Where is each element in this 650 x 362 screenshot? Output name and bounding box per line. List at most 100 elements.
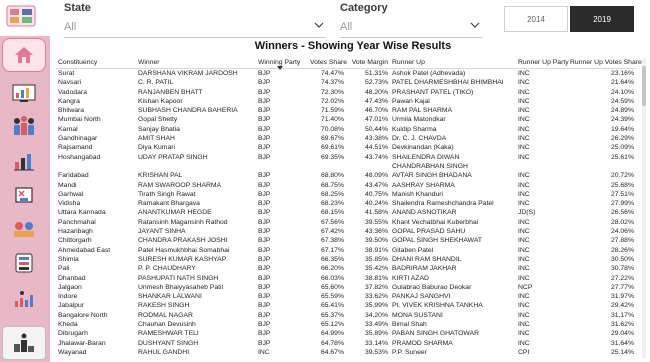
nav-demographics-button[interactable] [2,246,46,280]
year-button-2014[interactable]: 2014 [504,6,568,32]
table-row[interactable]: Jalgaon Unmesh Bhaiyyasaheb Patil BJP 65.60… [56,283,636,292]
table-row[interactable]: Garhwal Tirath Singh Rawat BJP 68.25% 40.75%… [56,190,636,199]
table-cell: Jhalawar-Baran [58,339,106,347]
table-cell: Hoshangabad [58,153,101,161]
table-row[interactable]: Jabalpur RAKESH SINGH BJP 65.41% 35.99% Pt. V… [56,301,636,310]
table-row[interactable]: Wayanad RAHUL GANDHI INC 64.67% 39.53% P.P. S… [56,348,636,357]
table-cell: Jalgaon [58,283,82,291]
sort-descending-icon[interactable] [277,66,283,70]
table-cell: 71.40% [320,116,344,124]
chevron-down-icon[interactable] [470,20,480,30]
table-row[interactable]: Surat DARSHANA VIKRAM JARDOSH BJP 74.47% 51.… [56,69,636,79]
table-cell: 30.50% [610,255,634,263]
table-row[interactable]: Panchmahal Ratansinh Magansinh Rathod BJP 6… [56,218,636,227]
col-header-vote-margin[interactable]: Vote Margin [346,56,390,69]
year-button-2019[interactable]: 2019 [570,6,634,32]
table-cell: BJP [258,107,271,115]
table-cell: PANKAJ SANGHVI [392,293,451,301]
table-row[interactable]: CHANDRABHAN SINGH [56,162,636,171]
state-filter[interactable]: State All [64,2,326,38]
table-cell: Ashok Patel (Adhevada) [392,70,466,77]
table-cell: 38.91% [364,246,388,254]
table-cell: INC [518,237,530,245]
table-row[interactable]: Bangalore North RODMAL NAGAR BJP 65.37% 34.2… [56,311,636,320]
col-header-winner[interactable]: Winner [136,56,256,69]
table-cell: KRISHAN PAL [138,172,183,180]
col-header-runner-up-votes-share[interactable]: Runner Up Votes Share [568,56,642,69]
nav-trend-button[interactable] [2,282,46,316]
table-cell: PRAMOD SHARMA [392,339,453,347]
table-row[interactable]: Hoshangabad UDAY PRATAP SINGH BJP 69.35% 43.… [56,153,636,162]
category-filter[interactable]: Category All [340,2,482,38]
table-cell: ANAND ASNOTIKAR [392,209,457,217]
winners-table-container[interactable]: Constituency Winner Winning Party Votes … [56,56,644,362]
table-row[interactable]: Faridabad KRISHAN PAL BJP 68.80% 48.09% AVTAR… [56,171,636,180]
table-cell: INC [518,116,530,124]
col-header-votes-share[interactable]: Votes Share [308,56,347,69]
col-header-constituency[interactable]: Constituency [56,56,136,69]
voting-logo-icon [6,5,36,27]
nav-map-button[interactable] [2,212,46,246]
table-row[interactable]: Bhilwara SUBHASH CHANDRA BAHERIA BJP 71.59%… [56,106,636,115]
table-cell: 30.78% [610,265,634,273]
table-cell: RAMESHWAR TELI [138,330,199,338]
podium-icon [14,333,34,352]
table-cell: INC [518,311,530,319]
nav-ballot-button[interactable] [2,178,46,212]
table-row[interactable]: Shimla SURESH KUMAR KASHYAP BJP 66.35% 35.85… [56,255,636,264]
table-row[interactable]: Chittorgarh CHANDRA PRAKASH JOSHI BJP 67.38… [56,236,636,245]
table-row[interactable]: Dibrugarh RAMESHWAR TELI BJP 64.99% 35.89% PA… [56,329,636,338]
table-cell: 68.23% [320,200,344,208]
nav-podium-button[interactable] [2,326,46,360]
table-row[interactable]: Rajsamand Diya Kumari BJP 69.61% 44.51% Devki… [56,143,636,152]
table-cell: Panchmahal [58,218,96,226]
table-row[interactable]: Dhanbad PASHUPATI NATH SINGH BJP 66.03% 38.8… [56,274,636,283]
category-filter-value[interactable]: All [340,21,352,33]
table-cell: Bhilwara [58,107,85,115]
table-row[interactable]: Vadodara RANJANBEN BHATT BJP 72.30% 48.20% PR… [56,88,636,97]
chevron-down-icon[interactable] [314,20,324,30]
table-row[interactable]: Kangra Kishan Kapoor BJP 72.02% 47.43% Pawan … [56,97,636,106]
table-cell: 72.02% [320,97,344,105]
table-cell: PATEL DHARMESHBHAI BHIMBHAI [392,79,504,87]
table-row[interactable]: Kheda Chauhan Devusinh BJP 65.12% 33.49% Bima… [56,320,636,329]
table-cell: 43.36% [364,228,388,236]
col-header-runner-up-party[interactable]: Runner Up Party [516,56,569,69]
table-cell: BJP [258,172,271,180]
scrollbar-thumb[interactable] [642,66,646,106]
table-header-row: Constituency Winner Winning Party Votes … [56,56,642,69]
table-row[interactable]: Mandi RAM SWAROOP SHARMA BJP 68.75% 43.47% AA… [56,181,636,190]
table-cell: BJP [258,79,271,87]
table-cell: INC [518,181,530,189]
table-row[interactable]: Navsari C. R. PATIL BJP 74.37% 52.73% PATEL D… [56,78,636,87]
table-row[interactable]: Uttara Kannada ANANTKUMAR HEGDE BJP 68.15% 4… [56,208,636,217]
table-cell: 66.03% [320,274,344,282]
nav-home-button[interactable] [2,38,46,72]
col-header-runner-up[interactable]: Runner Up [390,56,516,69]
table-row[interactable]: Vidisha Ramakant Bhargava BJP 68.23% 40.24% S… [56,199,636,208]
table-cell: Dhanbad [58,274,86,282]
table-cell: Chauhan Devusinh [138,321,196,329]
table-cell: SURESH KUMAR KASHYAP [138,255,227,263]
table-cell: 65.59% [320,293,344,301]
nav-barchart-button[interactable] [2,144,46,178]
table-cell: INC [518,144,530,152]
table-row[interactable]: Karnal Sanjay Bhatia BJP 70.08% 50.44% Kuldip… [56,125,636,134]
table-row[interactable]: Mumbai North Gopal Shetty BJP 71.40% 47.01% U… [56,115,636,124]
table-cell: Uttara Kannada [58,209,106,217]
table-cell: 70.08% [320,125,344,133]
table-row[interactable]: Pali P. P. CHAUDHARY BJP 66.20% 35.42% BADRIR… [56,264,636,273]
table-row[interactable]: Hazaribagh JAYANT SINHA BJP 67.42% 43.36% GOP… [56,227,636,236]
category-filter-underline [340,37,482,38]
nav-analytics-button[interactable] [2,76,46,110]
table-cell: 39.50% [364,237,388,245]
table-row[interactable]: Jhalawar-Baran DUSHYANT SINGH BJP 64.78% 33.… [56,339,636,348]
table-body: Surat DARSHANA VIKRAM JARDOSH BJP 74.47% 51.… [56,69,636,358]
table-row[interactable]: Gandhinagar AMIT SHAH BJP 69.67% 43.38% Dr. C… [56,134,636,143]
state-filter-value[interactable]: All [64,21,76,33]
table-cell: DHANI RAM SHANDIL [392,255,462,263]
table-row[interactable]: Ahmedabad East Patel Hasmukhbhai Somabhai… [56,246,636,255]
nav-party-button[interactable] [2,110,46,144]
table-row[interactable]: Indore SHANKAR LALWANI BJP 65.59% 33.62% PANK… [56,292,636,301]
table-cell: 69.61% [320,144,344,152]
